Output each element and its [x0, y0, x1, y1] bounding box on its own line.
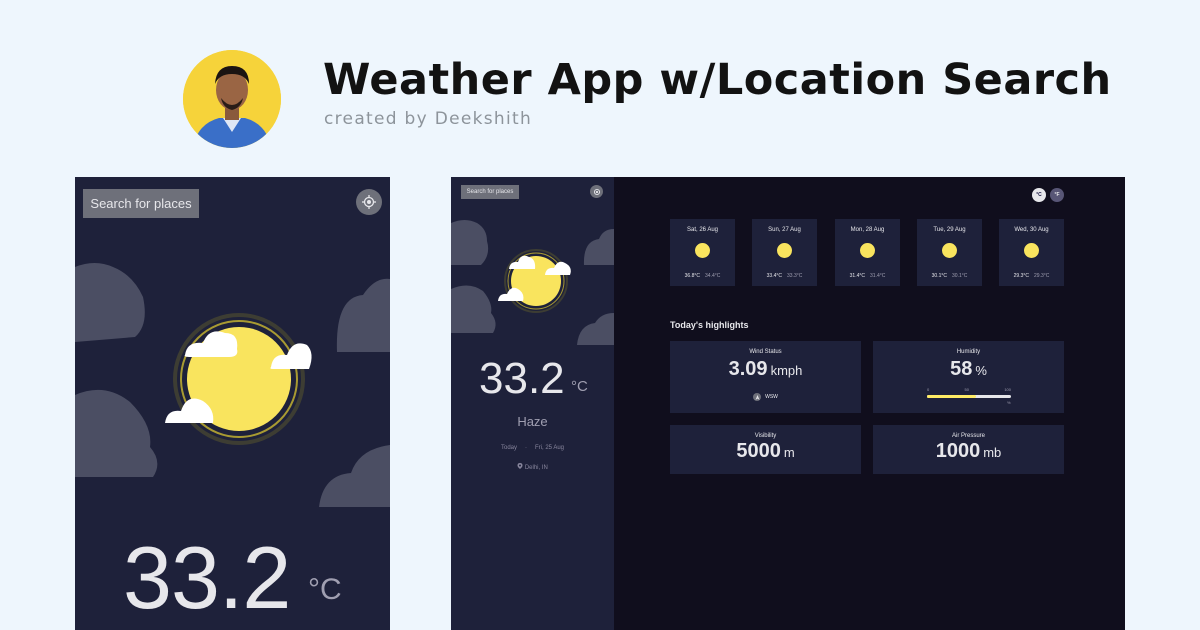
current-location-button[interactable]: [590, 185, 603, 198]
search-places-button[interactable]: Search for places: [461, 185, 519, 199]
sun-icon: [695, 243, 710, 258]
mobile-temperature: 33.2: [123, 528, 291, 627]
scale-mid: 50: [964, 387, 969, 392]
today-label: Today: [500, 445, 517, 451]
forecast-card: Sat, 26 Aug 36.8°C 34.4°C: [670, 219, 735, 286]
humidity-unit: %: [975, 363, 987, 378]
air-pressure-value: 1000: [935, 440, 981, 462]
visibility-card: Visibility 5000 m: [670, 425, 861, 474]
forecast-card: Wed, 30 Aug 29.3°C 29.3°C: [999, 219, 1064, 286]
crosshair-icon: [593, 188, 600, 195]
humidity-card: Humidity 58% 0 50 100 %: [873, 341, 1064, 413]
mobile-temperature-unit: °C: [308, 573, 342, 606]
current-location-button[interactable]: [356, 189, 382, 215]
weather-sidebar: Search for places 33.2 °C Haze Today · Fri…: [451, 177, 614, 630]
forecast-day: Tue, 29 Aug: [933, 227, 966, 233]
wind-speed-unit: kmph: [770, 363, 803, 378]
date-separator: ·: [525, 445, 527, 451]
fahrenheit-toggle[interactable]: °F: [1050, 188, 1064, 202]
forecast-high: 29.3°C: [1013, 273, 1029, 279]
forecast-high: 30.1°C: [931, 273, 947, 279]
current-date: Fri, 25 Aug: [535, 445, 565, 451]
humidity-value: 58: [950, 358, 973, 380]
forecast-high: 31.4°C: [849, 273, 865, 279]
crosshair-icon: [362, 195, 376, 209]
page-subtitle: created by Deekshith: [324, 109, 533, 129]
sun-icon: [777, 243, 792, 258]
forecast-low: 33.3°C: [787, 273, 803, 279]
scale-min: 0: [927, 387, 930, 392]
wind-direction: WSW: [670, 393, 861, 401]
air-pressure-label: Air Pressure: [951, 433, 985, 439]
wind-direction-label: WSW: [765, 394, 778, 400]
forecast-high: 36.8°C: [684, 273, 700, 279]
celsius-toggle[interactable]: °C: [1032, 188, 1046, 202]
forecast-low: 30.1°C: [952, 273, 968, 279]
desktop-screenshot: Search for places 33.2 °C Haze Today · Fri…: [451, 177, 1125, 630]
sun-icon: [860, 243, 875, 258]
forecast-low: 29.3°C: [1034, 273, 1050, 279]
highlights-title: Today's highlights: [670, 320, 749, 330]
search-places-button[interactable]: Search for places: [83, 189, 199, 218]
air-pressure-card: Air Pressure 1000 mb: [873, 425, 1064, 474]
humidity-percent-sign: %: [1007, 400, 1011, 405]
forecast-low: 34.4°C: [705, 273, 721, 279]
forecast-day: Sat, 26 Aug: [686, 227, 719, 233]
navigation-arrow-icon: [753, 393, 762, 401]
visibility-unit: m: [783, 445, 795, 460]
scale-max: 100: [1004, 387, 1011, 392]
forecast-card: Tue, 29 Aug 30.1°C 30.1°C: [917, 219, 982, 286]
page-title: Weather App w/Location Search: [323, 55, 1112, 105]
forecast-high: 33.4°C: [766, 273, 782, 279]
air-pressure-unit: mb: [983, 445, 1002, 460]
location-pin-icon: [517, 463, 523, 469]
forecast-day: Sun, 27 Aug: [768, 227, 801, 233]
humidity-scale: 0 50 100: [927, 387, 1011, 392]
forecast-low: 31.4°C: [870, 273, 886, 279]
humidity-label: Humidity: [956, 349, 981, 355]
wind-status-card: Wind Status 3.09 kmph WSW: [670, 341, 861, 413]
weather-condition: Haze: [517, 414, 548, 429]
forecast-day: Mon, 28 Aug: [850, 227, 885, 233]
humidity-progress-fill: [927, 395, 976, 398]
location-row: Delhi, IN: [451, 463, 614, 471]
location-name: Delhi, IN: [524, 465, 548, 471]
wind-status-label: Wind Status: [749, 349, 782, 355]
humidity-progress-bar: [927, 395, 1011, 398]
date-row: Today · Fri, 25 Aug: [451, 445, 614, 451]
current-temperature-unit: °C: [571, 378, 588, 395]
sun-icon: [942, 243, 957, 258]
forecast-card: Sun, 27 Aug 33.4°C 33.3°C: [752, 219, 817, 286]
sun-icon: [1024, 243, 1039, 258]
author-avatar: [183, 50, 281, 148]
wind-speed-value: 3.09: [728, 358, 768, 380]
current-temperature: 33.2: [479, 354, 565, 403]
mobile-screenshot: Search for places 33.2 °C: [75, 177, 390, 630]
visibility-label: Visibility: [754, 433, 777, 439]
forecast-card: Mon, 28 Aug 31.4°C 31.4°C: [835, 219, 900, 286]
forecast-day: Wed, 30 Aug: [1014, 227, 1049, 233]
visibility-value: 5000: [736, 440, 781, 462]
